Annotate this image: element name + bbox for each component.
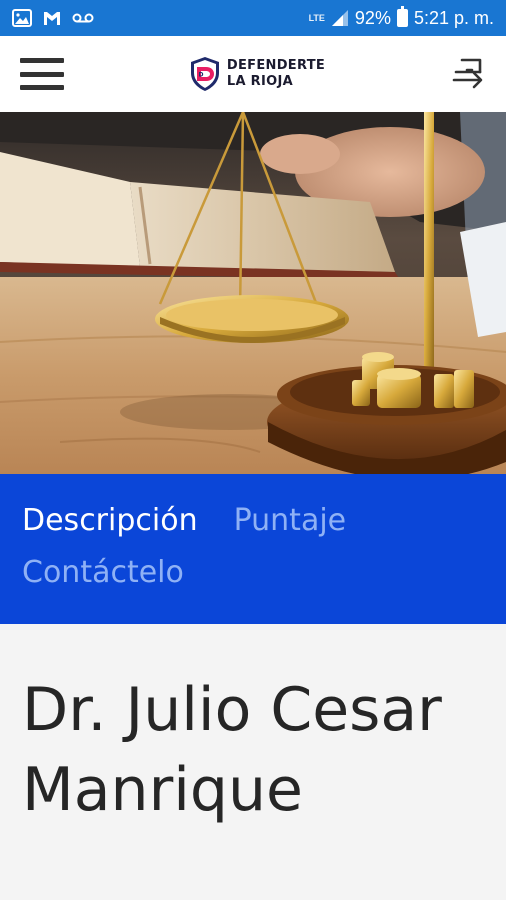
voicemail-icon (72, 12, 94, 24)
notification-icons (12, 9, 94, 27)
status-bar: LTE 92% 5:21 p. m. (0, 0, 506, 36)
lawyer-name: Dr. Julio Cesar Manrique (22, 675, 442, 825)
network-type: LTE (308, 12, 325, 23)
system-status: LTE 92% 5:21 p. m. (308, 6, 494, 29)
menu-icon[interactable] (20, 56, 64, 92)
tab-contactelo[interactable]: Contáctelo (22, 554, 184, 592)
logout-arrows-icon[interactable] (450, 56, 486, 92)
profile-tabs: Descripción Puntaje Contáctelo (0, 474, 506, 624)
logo-line-2: LA RIOJA (226, 74, 293, 89)
hero-image (0, 112, 506, 474)
gallery-icon (12, 9, 32, 27)
justice-scale-photo (0, 112, 506, 474)
battery-percent: 92% (354, 7, 391, 28)
clock: 5:21 p. m. (413, 7, 494, 28)
logo-monogram: D (198, 72, 203, 79)
gmail-icon (42, 10, 62, 26)
app-logo[interactable]: D DEFENDERTE LA RIOJA (189, 56, 325, 92)
tab-descripcion[interactable]: Descripción (22, 502, 198, 540)
logo-line-1: DEFENDERTE (226, 58, 326, 73)
battery-icon (396, 6, 408, 27)
shield-logo-icon: D (190, 57, 219, 91)
tab-puntaje[interactable]: Puntaje (234, 502, 347, 540)
signal-icon (331, 9, 349, 27)
app-header: D DEFENDERTE LA RIOJA (0, 36, 506, 112)
logo-text: DEFENDERTE LA RIOJA (227, 58, 325, 90)
profile-content: Dr. Julio Cesar Manrique (0, 624, 506, 900)
